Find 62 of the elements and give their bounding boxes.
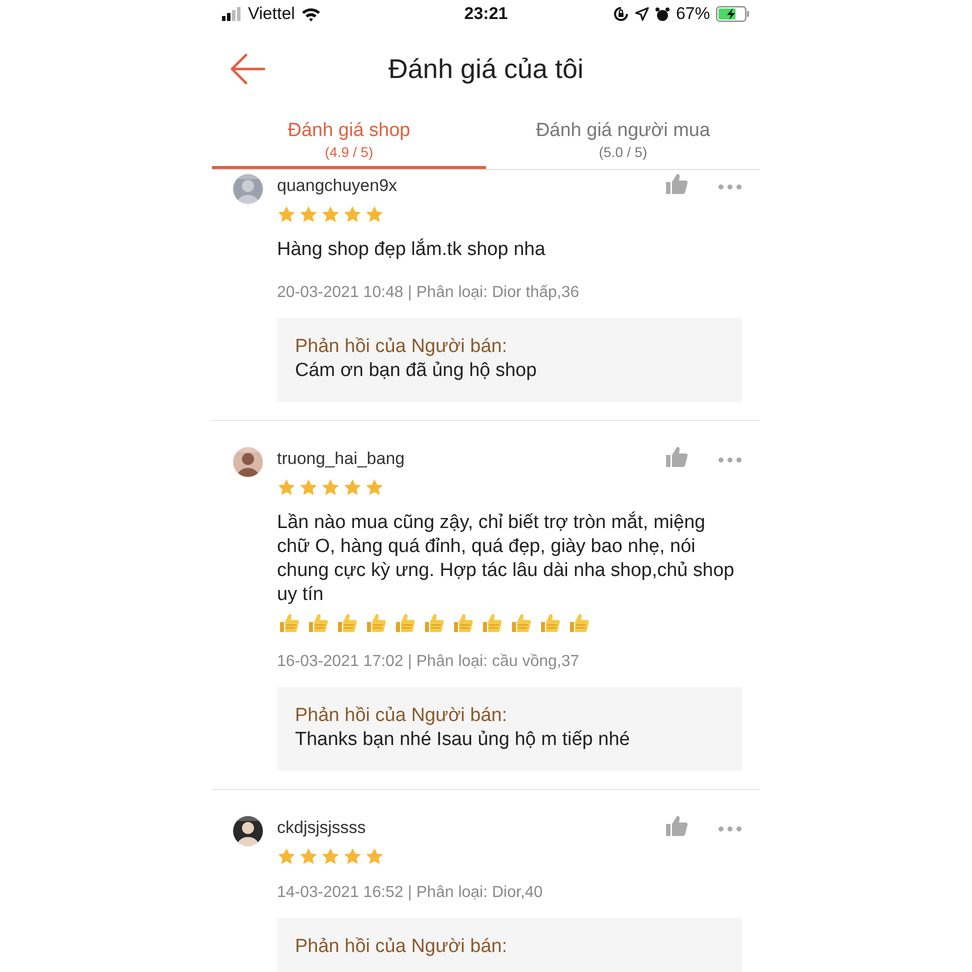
like-button[interactable] bbox=[666, 816, 688, 839]
star-icon bbox=[277, 847, 296, 866]
back-button[interactable] bbox=[230, 52, 266, 86]
thumbs-up-icon bbox=[422, 611, 446, 635]
username: truong_hai_bang bbox=[277, 448, 406, 468]
battery-percent: 67% bbox=[676, 4, 710, 24]
thumbs-up-icon bbox=[277, 611, 301, 635]
reply-text: Cám ơn bạn đã ủng hộ shop bbox=[295, 360, 538, 382]
reply-text: Thanks bạn nhé Isau ủng hộ m tiếp nhé bbox=[295, 729, 631, 751]
review-text: Lần nào mua cũng zậy, chỉ biết trợ tròn mắt, miệng chữ O, hàng quá đỉnh, quá đẹp, giày bao nhẹ, nói chung cực kỳ ưng. Hợp tác lâu dài nha shop,chủ shop uy tín bbox=[277, 511, 736, 607]
thumbs-up-icon bbox=[666, 174, 688, 194]
like-button[interactable] bbox=[666, 447, 688, 470]
star-icon bbox=[365, 478, 384, 497]
reply-label: Phản hồi của Người bán: bbox=[295, 336, 508, 358]
username: quangchuyen9x bbox=[277, 176, 398, 196]
thumbs-up-icon bbox=[538, 611, 562, 635]
star-icon bbox=[365, 205, 384, 224]
review-meta: 14-03-2021 16:52 | Phân loại: Dior,40 bbox=[277, 884, 544, 902]
review-meta: 20-03-2021 10:48 | Phân loại: Dior thấp,36 bbox=[277, 284, 580, 302]
reply-label: Phản hồi của Người bán: bbox=[295, 936, 508, 958]
star-icon bbox=[321, 847, 340, 866]
thumbs-up-icon bbox=[335, 611, 359, 635]
review-text: Hàng shop đẹp lắm.tk shop nha bbox=[277, 238, 546, 262]
signal-icon bbox=[222, 7, 242, 21]
thumbs-up-icon bbox=[364, 611, 388, 635]
review-meta: 16-03-2021 17:02 | Phân loại: cầu vồng,37 bbox=[277, 653, 580, 671]
thumbs-up-icon bbox=[480, 611, 504, 635]
thumbs-up-icon bbox=[509, 611, 533, 635]
reply-label: Phản hồi của Người bán: bbox=[295, 705, 508, 727]
star-icon bbox=[299, 847, 318, 866]
star-icon bbox=[343, 847, 362, 866]
alarm-clock-icon bbox=[654, 6, 670, 22]
carrier-name: Viettel bbox=[248, 4, 295, 24]
more-icon bbox=[718, 184, 742, 190]
rotation-lock-icon bbox=[612, 6, 629, 22]
page-title: Đánh giá của tôi bbox=[388, 54, 584, 84]
thumbs-up-icon bbox=[451, 611, 475, 635]
thumbs-up-icon bbox=[666, 816, 688, 836]
star-icon bbox=[321, 205, 340, 224]
like-button[interactable] bbox=[666, 174, 688, 197]
thumbs-up-icon bbox=[306, 611, 330, 635]
thumbs-up-icon bbox=[666, 447, 688, 467]
more-icon bbox=[718, 826, 742, 832]
star-icon bbox=[321, 478, 340, 497]
star-icon bbox=[277, 478, 296, 497]
star-icon bbox=[343, 478, 362, 497]
star-icon bbox=[365, 847, 384, 866]
tab[interactable]: Đánh giá shop (4.9 / 5) bbox=[212, 110, 486, 169]
back-arrow-icon bbox=[230, 52, 266, 86]
star-icon bbox=[277, 205, 296, 224]
star-icon bbox=[299, 478, 318, 497]
username: ckdjsjsjssss bbox=[277, 818, 367, 838]
star-icon bbox=[343, 205, 362, 224]
battery-charging-icon bbox=[716, 6, 750, 22]
clock-time: 23:21 bbox=[464, 4, 508, 24]
more-icon bbox=[718, 457, 742, 463]
tab[interactable]: Đánh giá người mua (5.0 / 5) bbox=[486, 110, 760, 169]
thumbs-up-icon bbox=[567, 611, 591, 635]
star-icon bbox=[299, 205, 318, 224]
location-arrow-icon bbox=[634, 7, 649, 21]
thumbs-up-icon bbox=[393, 611, 417, 635]
wifi-icon bbox=[300, 6, 321, 22]
